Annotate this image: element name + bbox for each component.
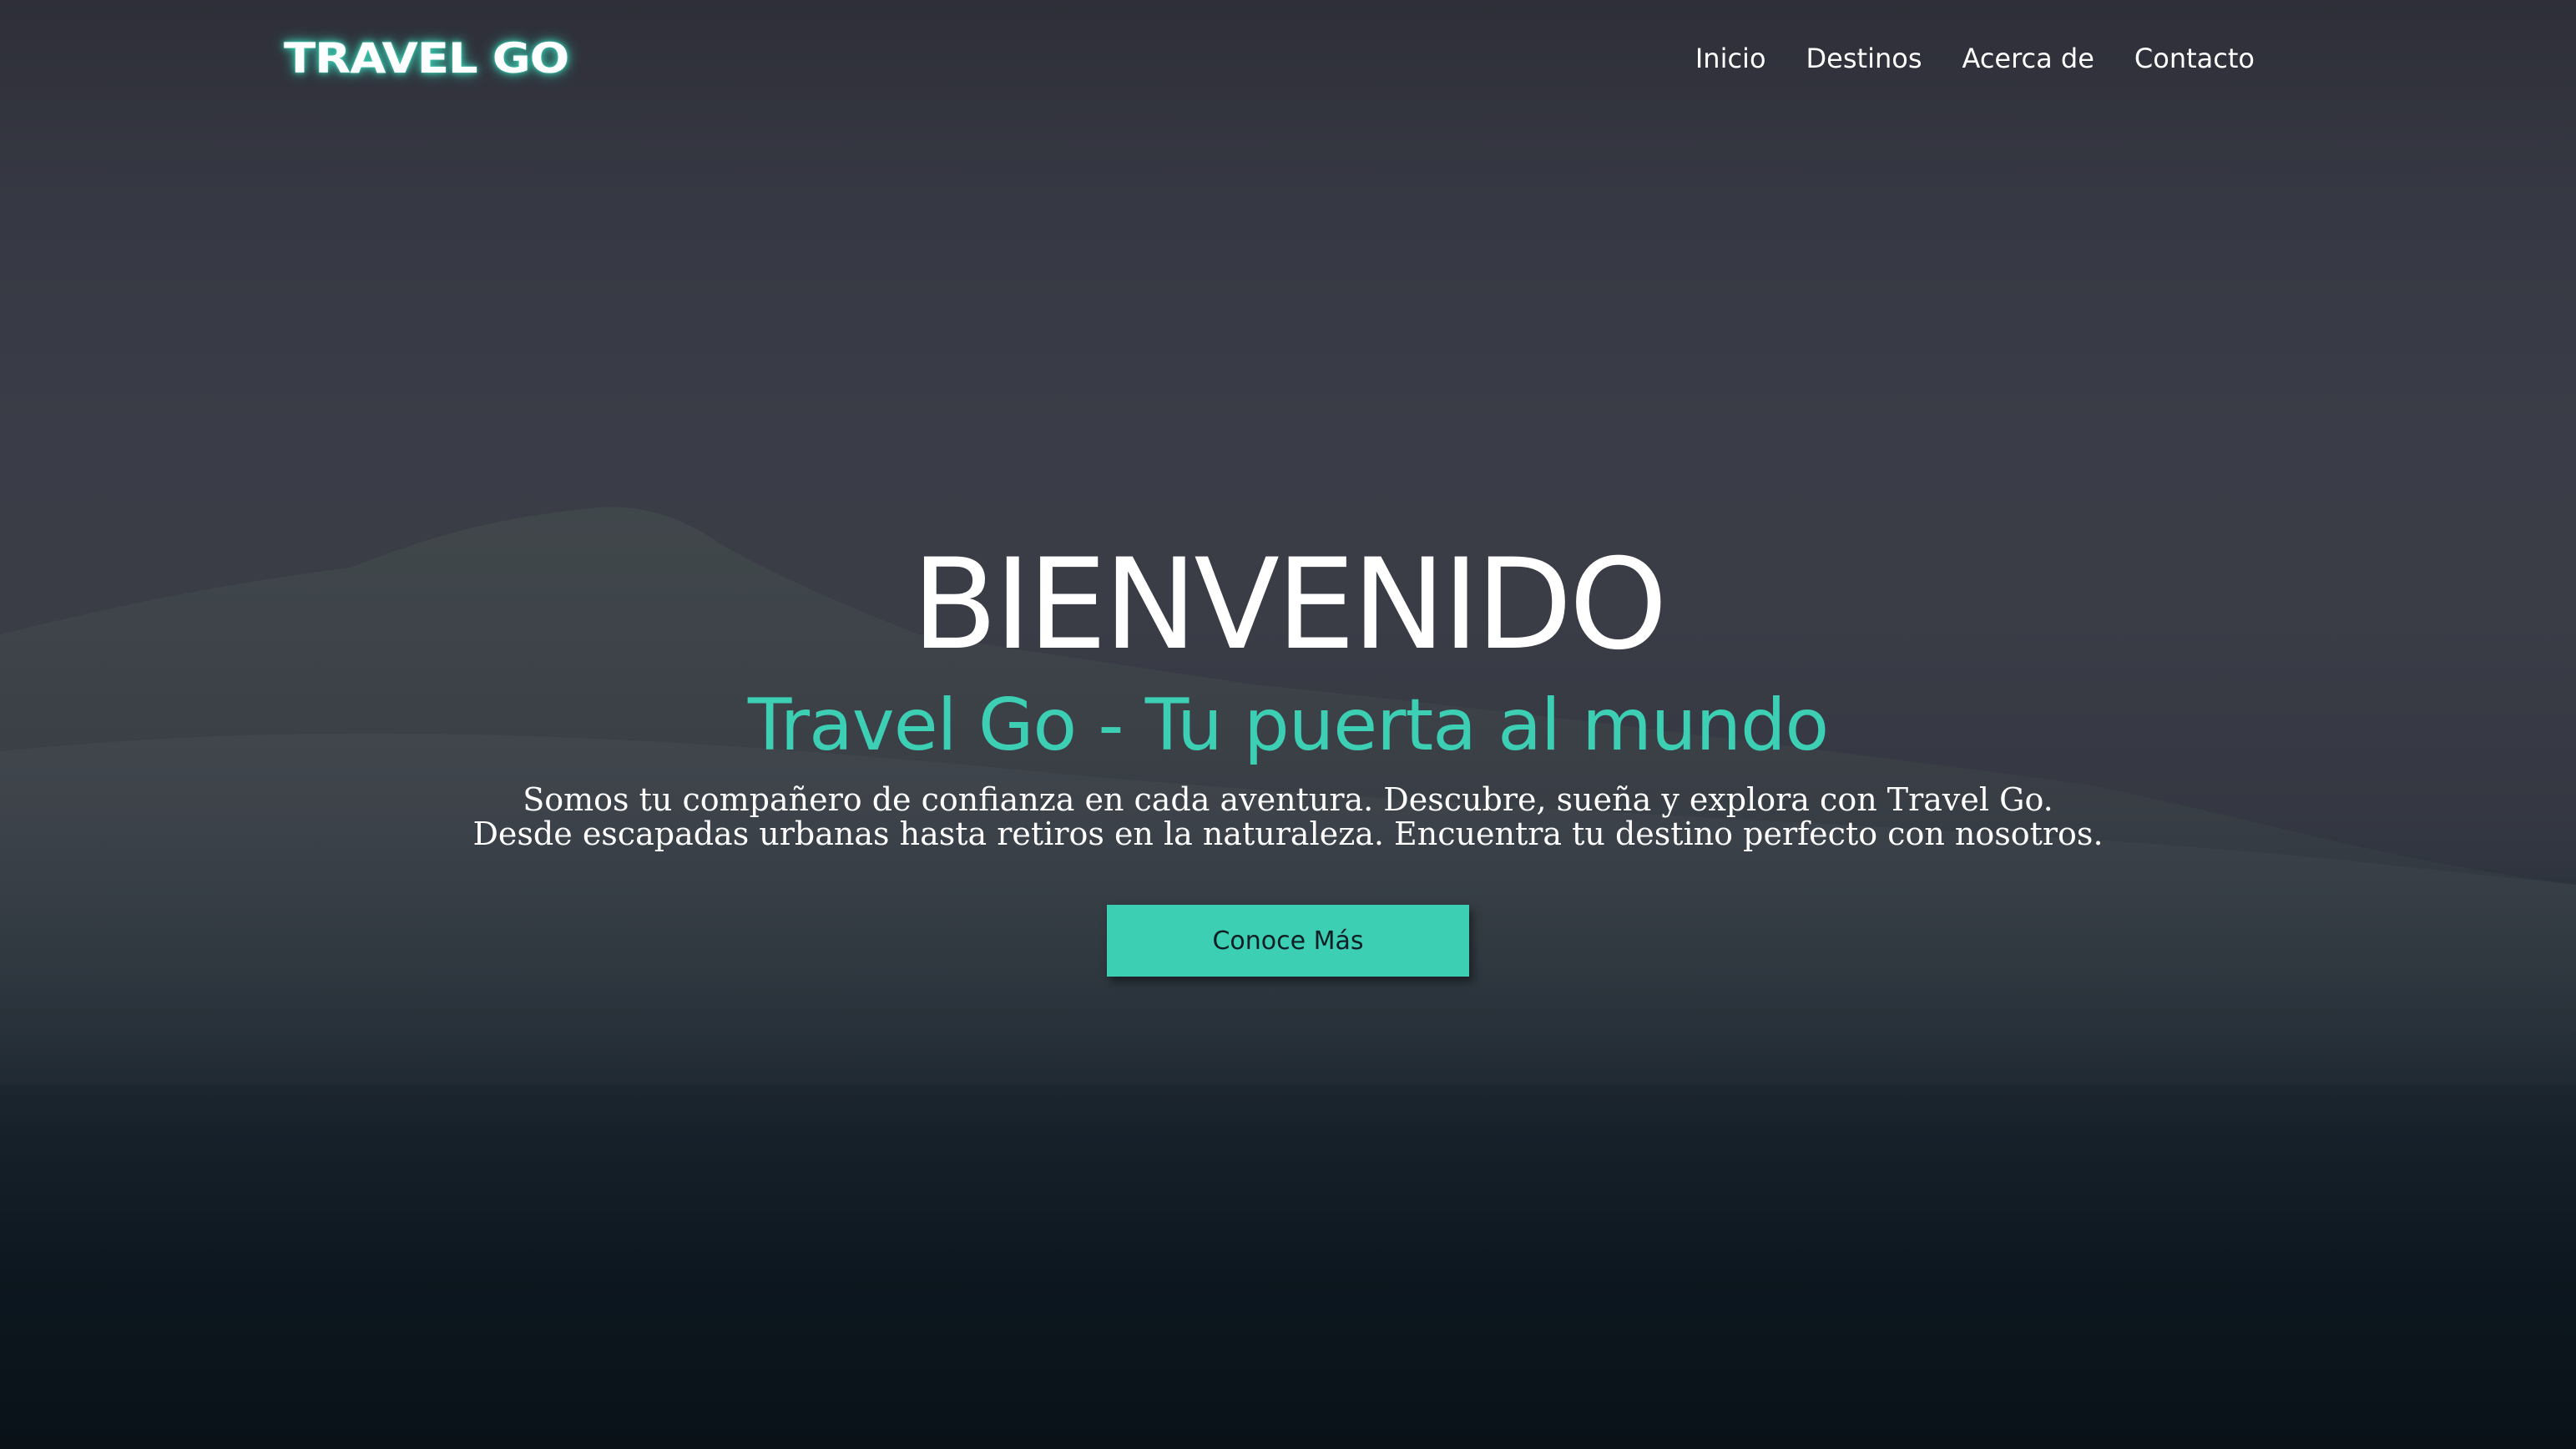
brand-logo[interactable]: TRAVEL GO [284, 33, 569, 83]
hero-description-line: Somos tu compañero de confianza en cada … [523, 781, 2053, 818]
main-nav: Inicio Destinos Acerca de Contacto [1695, 33, 2255, 83]
nav-link-contacto[interactable]: Contacto [2134, 43, 2255, 74]
hero-content: BIENVENIDO Travel Go - Tu puerta al mund… [0, 534, 2576, 977]
hero-section: TRAVEL GO Inicio Destinos Acerca de Cont… [0, 0, 2576, 1449]
hero-title: BIENVENIDO [912, 533, 1668, 678]
nav-link-destinos[interactable]: Destinos [1806, 43, 1922, 74]
hero-description-line: Desde escapadas urbanas hasta retiros en… [472, 815, 2104, 852]
hero-subtitle: Travel Go - Tu puerta al mundo [747, 684, 1829, 767]
hero-description: Somos tu compañero de confianza en cada … [0, 783, 2576, 851]
nav-link-inicio[interactable]: Inicio [1695, 43, 1766, 74]
nav-link-acerca-de[interactable]: Acerca de [1962, 43, 2094, 74]
conoce-mas-button[interactable]: Conoce Más [1107, 905, 1469, 977]
